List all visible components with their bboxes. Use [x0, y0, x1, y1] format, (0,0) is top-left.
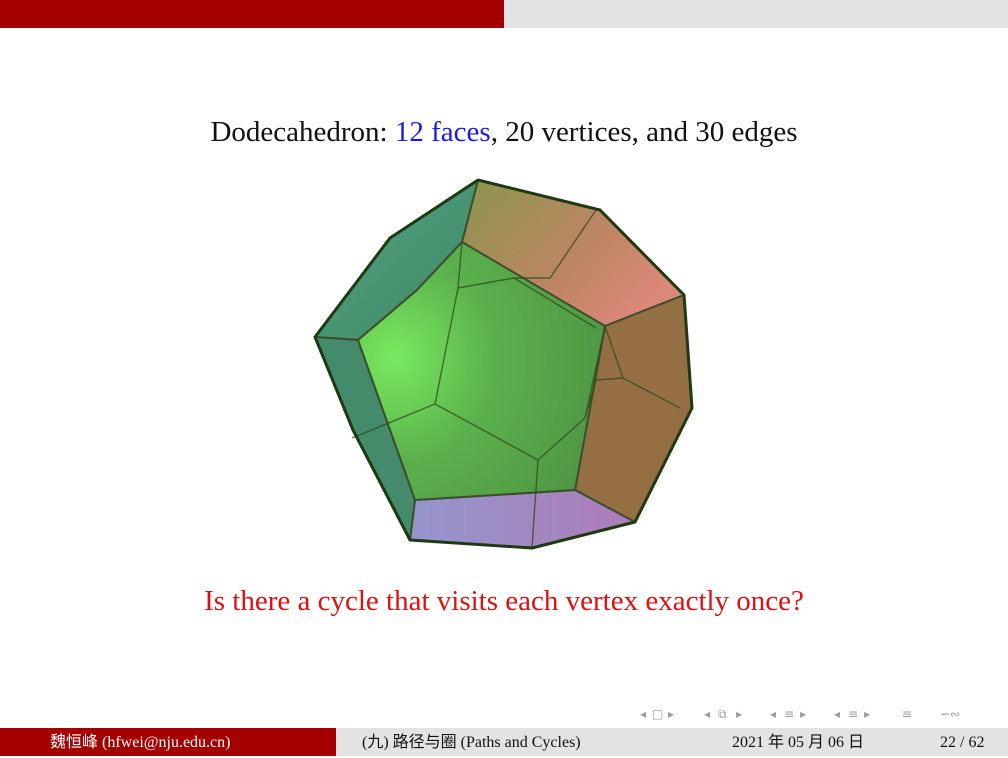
footer-talk-title: (九) 路径与圈 (Paths and Cycles): [362, 734, 581, 751]
subsection-icon[interactable]: ⧉: [718, 707, 727, 722]
footer-date-block: 2021 年 05 月 06 日 22 / 62: [672, 728, 1008, 756]
section-icon[interactable]: ≡: [784, 707, 794, 721]
title-suffix: , 20 vertices, and 30 edges: [490, 116, 798, 148]
subsection-next-arrow-icon[interactable]: ▸: [736, 707, 742, 721]
section-prev-arrow-icon[interactable]: ◂: [770, 707, 776, 721]
footer-date: 2021 年 05 月 06 日: [732, 734, 865, 751]
align-icon[interactable]: ≡: [902, 707, 912, 721]
subsection-prev-arrow-icon[interactable]: ◂: [704, 707, 710, 721]
slide-title: Dodecahedron: 12 faces, 20 vertices, and…: [0, 116, 1008, 149]
footer-title-block: (九) 路径与圈 (Paths and Cycles): [336, 728, 672, 756]
part-prev-arrow-icon[interactable]: ◂: [834, 707, 840, 721]
footer: 魏恒峰 (hfwei@nju.edu.cn) (九) 路径与圈 (Paths a…: [0, 728, 1008, 756]
dodecahedron-figure: [313, 178, 694, 550]
slide-question: Is there a cycle that visits each vertex…: [204, 585, 804, 617]
title-prefix: Dodecahedron:: [210, 116, 395, 148]
frame-prev-arrow-icon[interactable]: ◂: [640, 707, 646, 721]
title-faces: 12 faces: [394, 116, 491, 148]
frame-icon[interactable]: □: [652, 707, 663, 721]
section-next-arrow-icon[interactable]: ▸: [800, 707, 806, 721]
frame-next-arrow-icon[interactable]: ▸: [668, 707, 674, 721]
progress-fill: [0, 0, 504, 28]
footer-author: 魏恒峰 (hfwei@nju.edu.cn): [50, 734, 231, 751]
progress-bar: [0, 0, 1008, 28]
part-next-arrow-icon[interactable]: ▸: [864, 707, 870, 721]
beamer-navigation: ◂ □ ▸ ◂ ⧉ ▸ ◂ ≡ ▸ ◂ ≡ ▸ ≡ ∽∾: [640, 707, 1000, 725]
search-icon[interactable]: ∽∾: [940, 707, 960, 721]
part-icon[interactable]: ≡: [848, 707, 858, 721]
footer-author-block: 魏恒峰 (hfwei@nju.edu.cn): [0, 728, 336, 756]
footer-page-number: 22 / 62: [940, 734, 985, 751]
